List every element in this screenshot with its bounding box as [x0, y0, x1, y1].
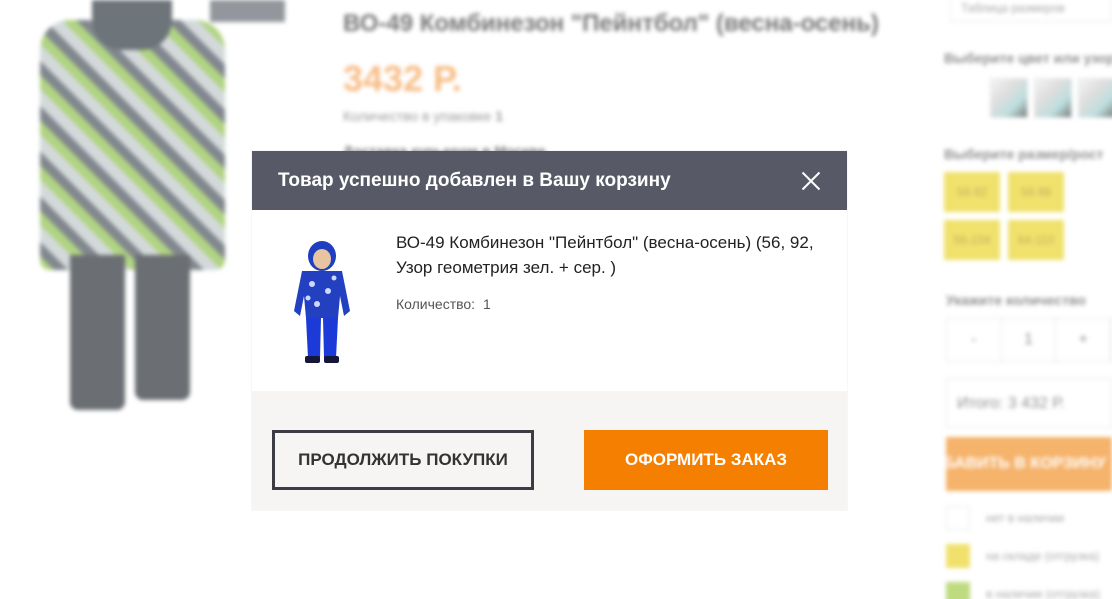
added-to-cart-modal: Товар успешно добавлен в Вашу корзину ВО… — [252, 151, 847, 510]
product-thumbnail — [272, 236, 372, 367]
quantity-label: Количество: — [396, 296, 476, 312]
modal-title: Товар успешно добавлен в Вашу корзину — [278, 169, 671, 191]
continue-shopping-button[interactable]: ПРОДОЛЖИТЬ ПОКУПКИ — [272, 430, 534, 490]
modal-body: ВО-49 Комбинезон "Пейнтбол" (весна-осень… — [252, 210, 847, 391]
checkout-button[interactable]: ОФОРМИТЬ ЗАКАЗ — [584, 430, 828, 490]
close-icon[interactable] — [801, 171, 821, 191]
child-in-suit-image — [272, 236, 372, 367]
modal-footer: ПРОДОЛЖИТЬ ПОКУПКИ ОФОРМИТЬ ЗАКАЗ — [252, 391, 847, 510]
modal-header: Товар успешно добавлен в Вашу корзину — [252, 151, 847, 210]
cart-item-quantity: Количество: 1 — [396, 296, 491, 312]
cart-item-name: ВО-49 Комбинезон "Пейнтбол" (весна-осень… — [396, 233, 814, 277]
quantity-value: 1 — [482, 296, 491, 312]
